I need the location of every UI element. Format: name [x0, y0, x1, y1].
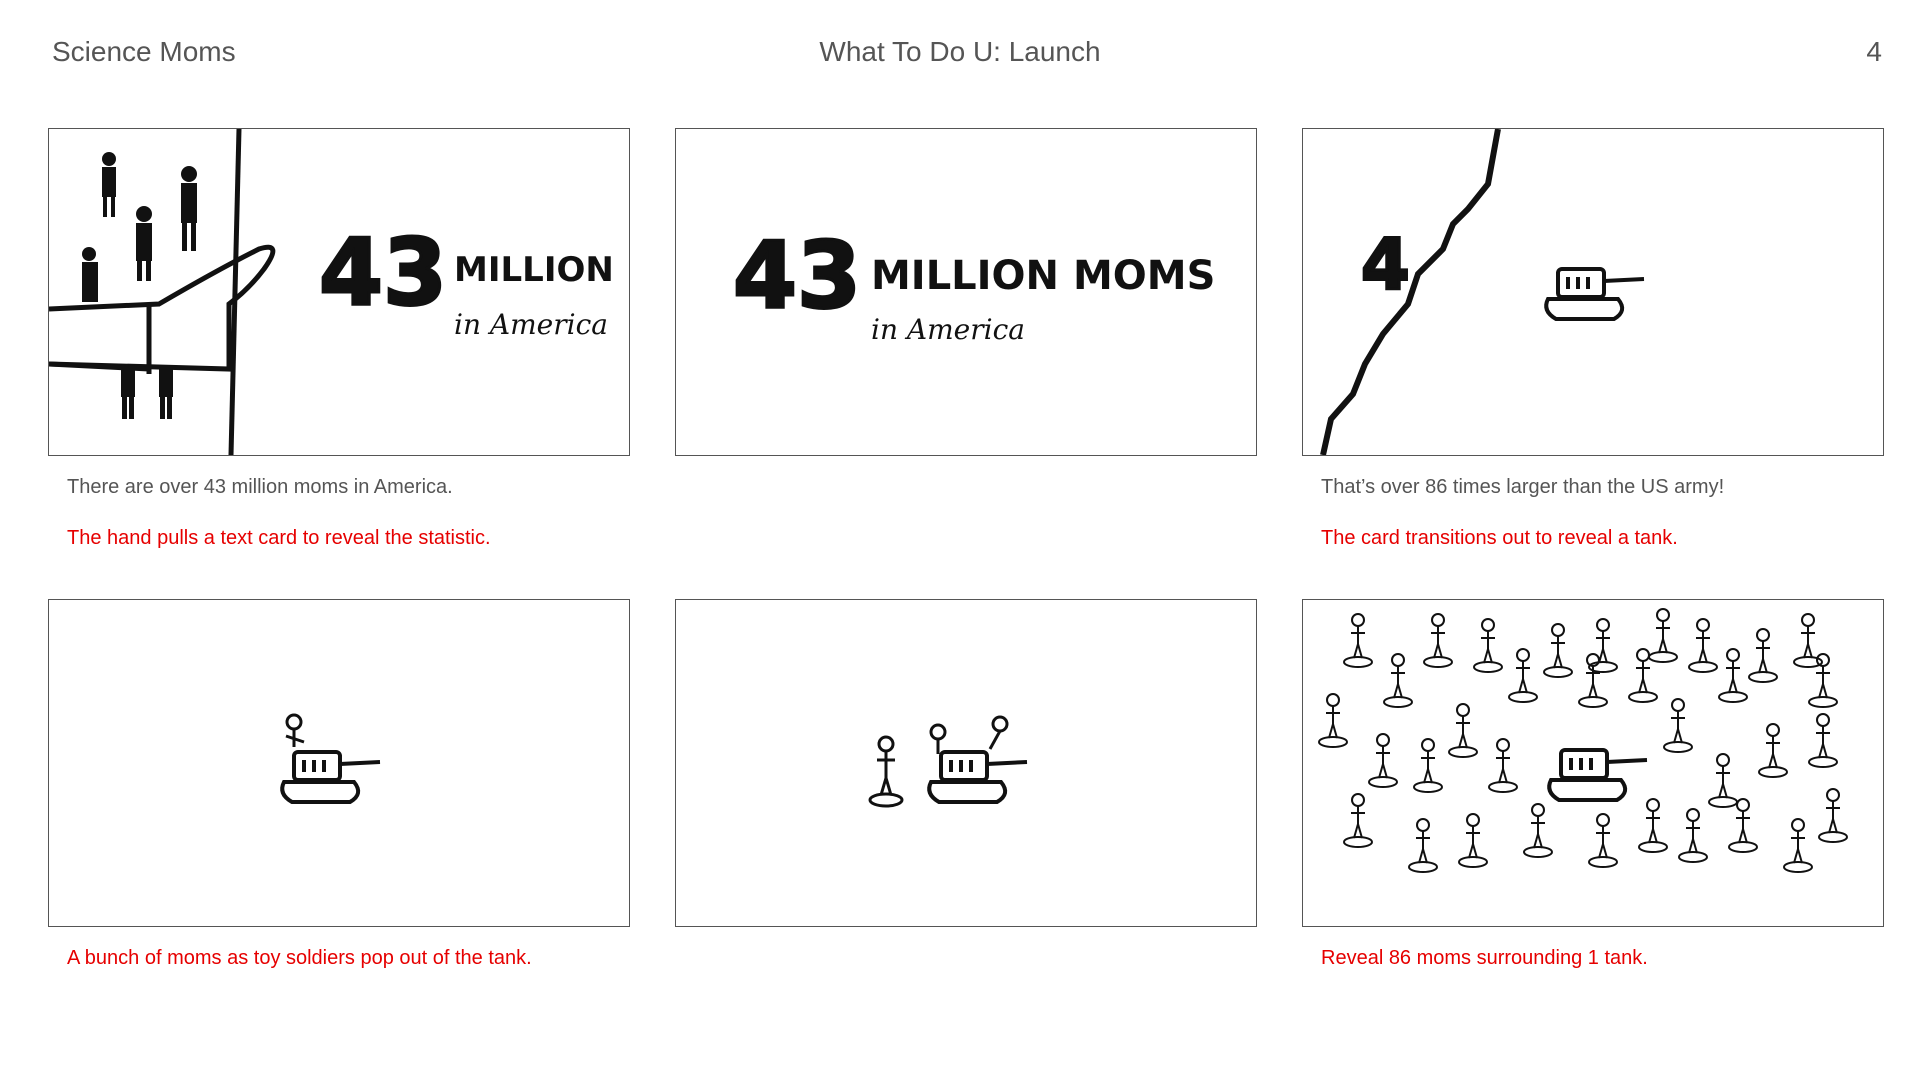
mom-figure-icon	[1448, 703, 1478, 758]
header-sheet-title: What To Do U: Launch	[819, 36, 1101, 67]
torn-card-edge	[1320, 129, 1501, 455]
mom-figure-icon	[1718, 648, 1748, 703]
panel-5-sketch	[868, 715, 1028, 808]
mom-figure-icon	[1473, 618, 1503, 673]
panel-3-caption: That’s over 86 times larger than the US …	[1321, 476, 1725, 498]
mom-figure-icon	[1663, 698, 1693, 753]
panel-4-sketch	[280, 713, 381, 804]
mom-figure-icon	[285, 713, 305, 747]
number-fragment: 4	[1361, 224, 1410, 306]
mom-figure-icon	[1708, 753, 1738, 808]
storyboard-panel-3: 4	[1302, 128, 1884, 456]
mom-figure-icon	[1588, 813, 1618, 868]
mom-figure-icon	[1343, 793, 1373, 848]
mom-crowd	[1318, 608, 1848, 873]
million-moms-word: MILLION MOMS	[871, 253, 1215, 299]
mom-figure-icon	[1423, 613, 1453, 668]
sub-text: in America	[454, 308, 608, 341]
tank-icon	[1547, 748, 1648, 802]
panel-6-direction-note: Reveal 86 moms surrounding 1 tank.	[1321, 947, 1648, 969]
mom-figure-icon	[1318, 693, 1348, 748]
mom-figure-icon	[929, 723, 947, 754]
panel-4-direction-note: A bunch of moms as toy soldiers pop out …	[67, 947, 532, 969]
sub-text: in America	[871, 313, 1025, 346]
storyboard-panel-1: 43 MILLION in America	[48, 128, 630, 456]
million-word: MILLION	[454, 250, 614, 290]
mom-figure-icon	[1488, 738, 1518, 793]
mom-figure-icon	[1523, 803, 1553, 858]
mom-figure-icon	[1543, 623, 1573, 678]
mom-figure-icon	[1628, 648, 1658, 703]
mom-figure-icon	[1808, 653, 1838, 708]
panel-3-direction-note: The card transitions out to reveal a tan…	[1321, 527, 1678, 549]
mom-figure-icon	[988, 715, 1009, 750]
mom-figure-icon	[1748, 628, 1778, 683]
mom-figure-icon	[1678, 808, 1708, 863]
mom-figure-icon	[1413, 738, 1443, 793]
mom-figure-icon	[1728, 798, 1758, 853]
tank-icon	[280, 750, 381, 804]
mom-figure-icon	[1408, 818, 1438, 873]
mom-figure-icon	[1638, 798, 1668, 853]
silhouette-figures	[82, 152, 197, 419]
mom-figure-icon	[1368, 733, 1398, 788]
panel-6-sketch	[1318, 608, 1848, 873]
mom-figure-icon	[868, 735, 904, 808]
storyboard-panel-5	[675, 599, 1257, 927]
mom-figure-icon	[1458, 813, 1488, 868]
mom-figure-icon	[1758, 723, 1788, 778]
mom-figure-icon	[1588, 618, 1618, 673]
panel-1-caption: There are over 43 million moms in Americ…	[67, 476, 453, 498]
storyboard-panel-2: 43 MILLION MOMS in America	[675, 128, 1257, 456]
mom-figure-icon	[1383, 653, 1413, 708]
mom-figure-icon	[1783, 818, 1813, 873]
panel-1-sketch: 43 MILLION in America	[49, 129, 614, 455]
storyboard-panel-4	[48, 599, 630, 927]
storyboard-panel-6	[1302, 599, 1884, 927]
mom-figure-icon	[1808, 713, 1838, 768]
tank-icon	[1544, 267, 1645, 321]
page-number: 4	[1866, 36, 1882, 67]
big-number: 43	[733, 222, 861, 329]
mom-figure-icon	[1343, 613, 1373, 668]
mom-figure-icon	[1508, 648, 1538, 703]
mom-figure-icon	[1688, 618, 1718, 673]
panel-1-direction-note: The hand pulls a text card to reveal the…	[67, 527, 491, 549]
big-number: 43	[319, 219, 447, 326]
mom-figure-icon	[1648, 608, 1678, 663]
panel-2-sketch: 43 MILLION MOMS in America	[732, 221, 1216, 347]
tank-icon	[927, 750, 1028, 804]
mom-figure-icon	[1818, 788, 1848, 843]
panel-3-sketch: 4	[1320, 129, 1645, 455]
